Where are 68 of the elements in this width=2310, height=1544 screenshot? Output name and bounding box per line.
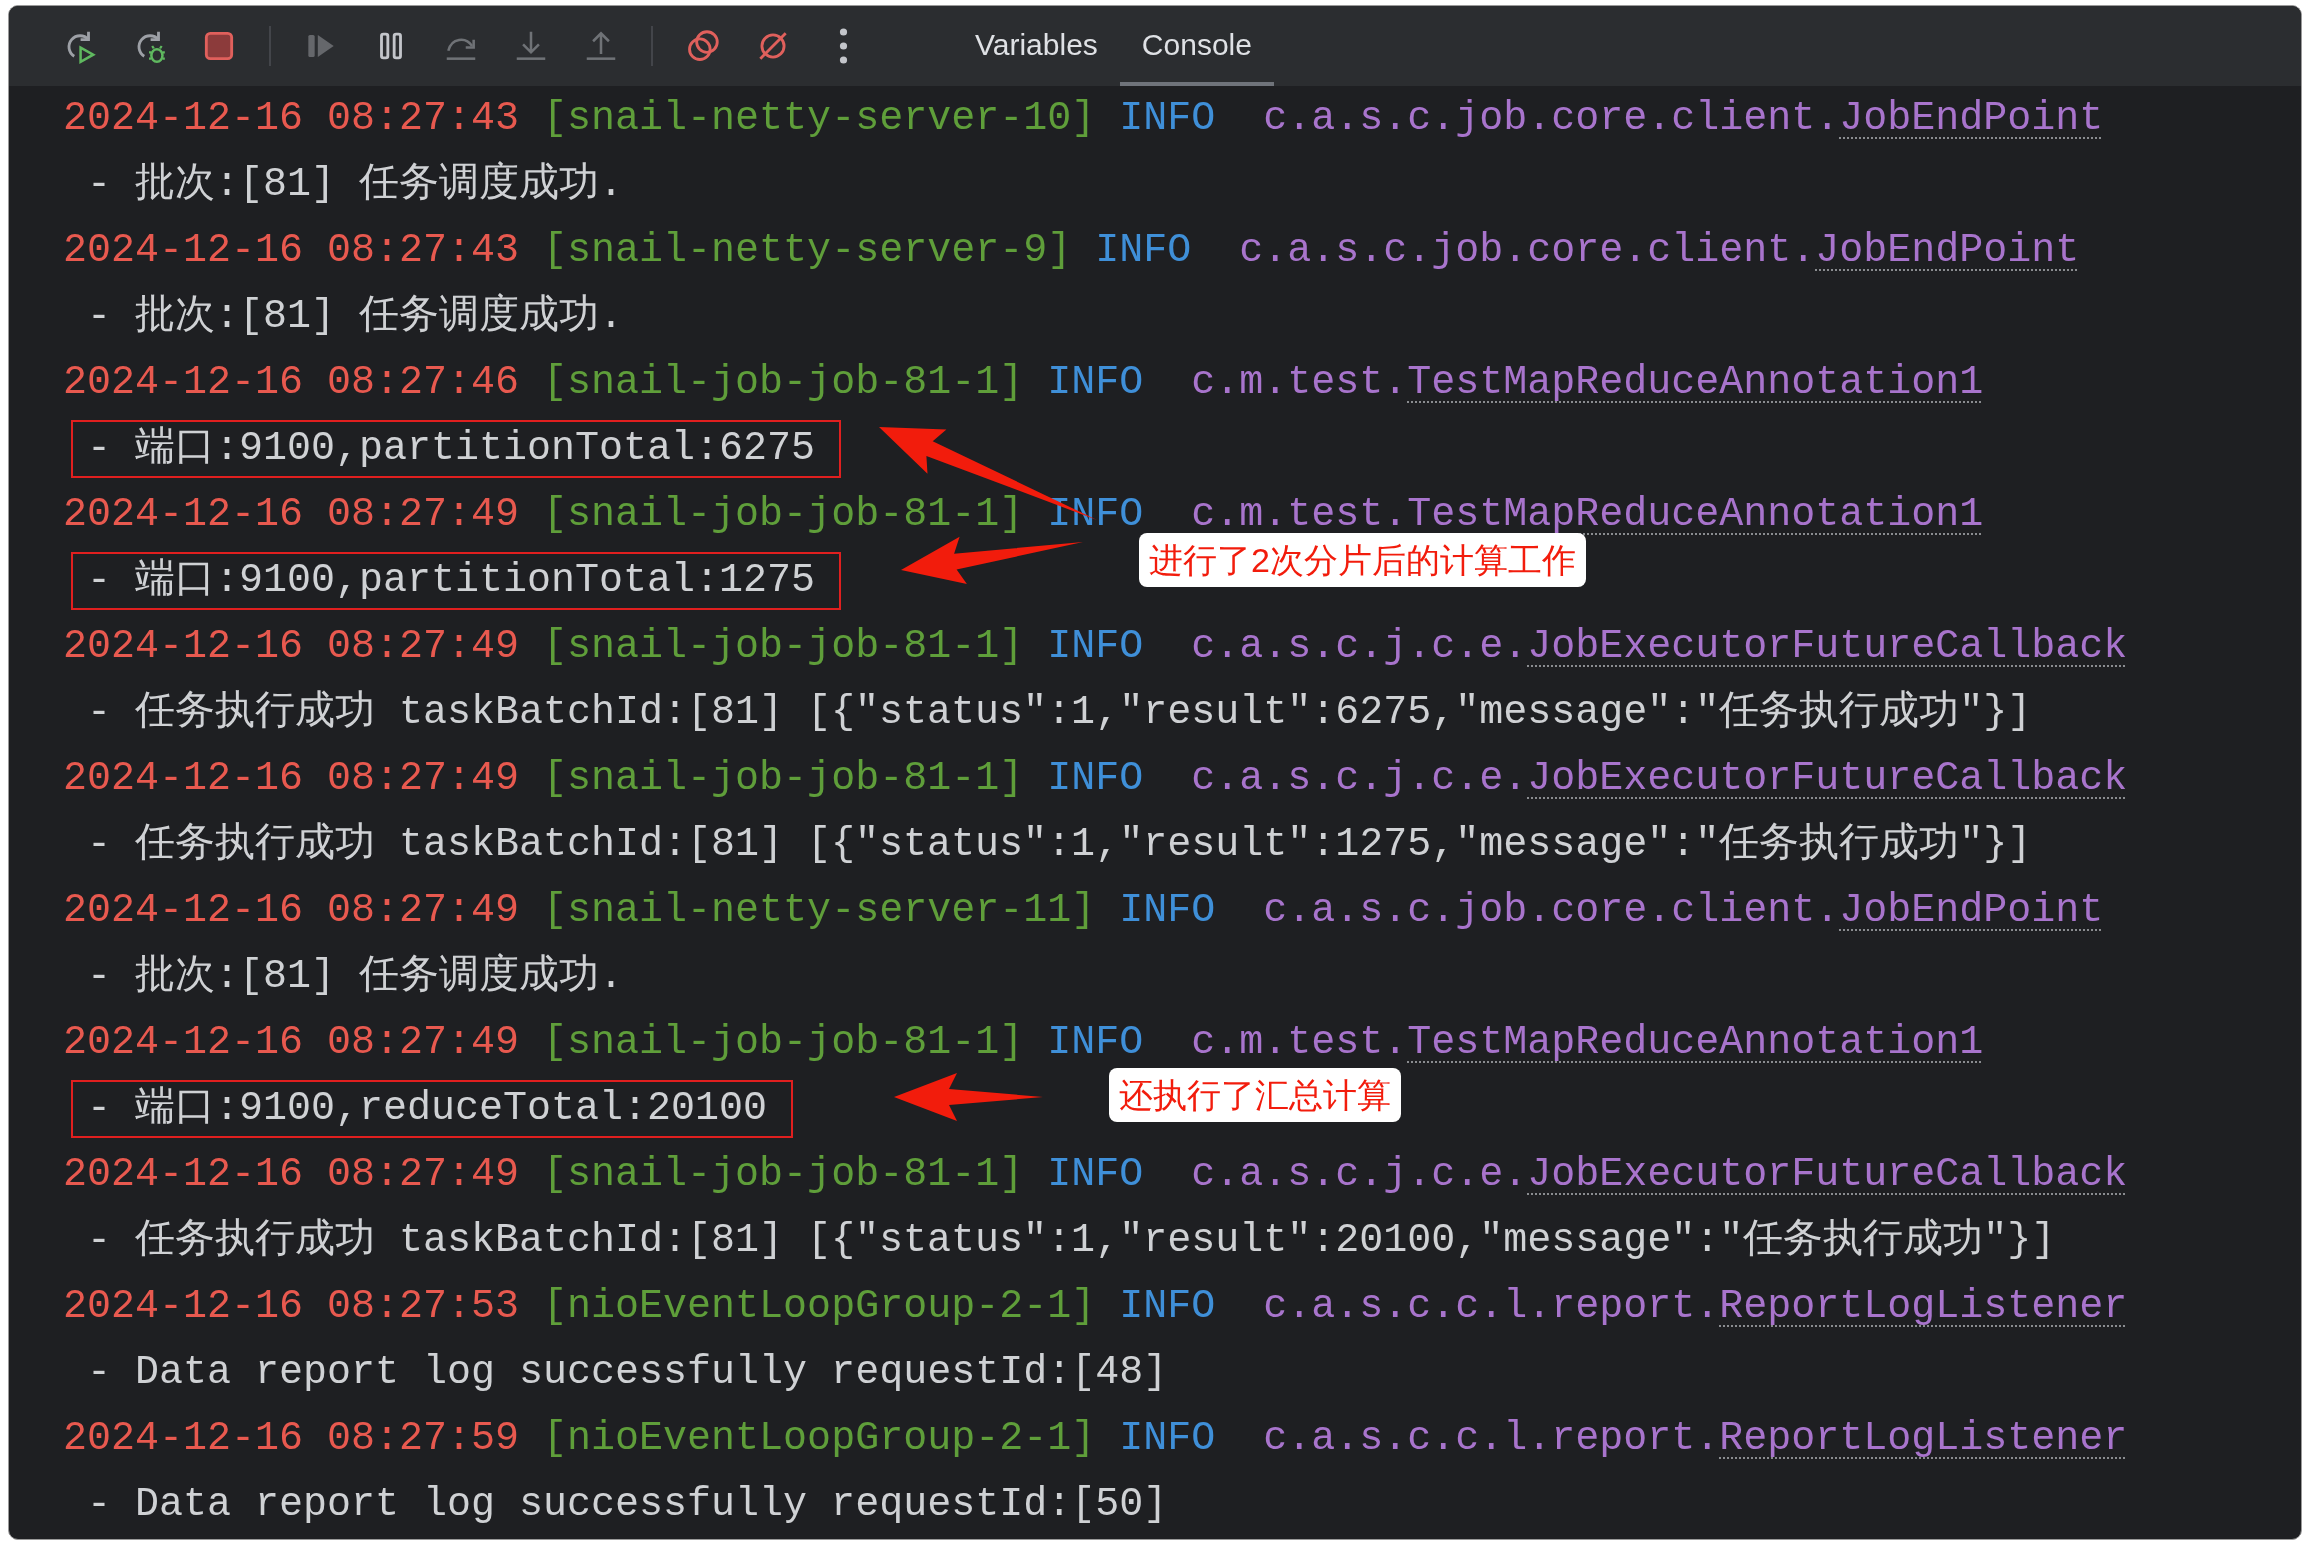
log-message: - 任务执行成功 taskBatchId:[81] [{"status":1,"result":20100,"message":"任务执行成功"}] <box>87 1217 2056 1265</box>
log-level: INFO <box>1119 1415 1216 1463</box>
logger-name: c.a.s.c.c.l.report. <box>1263 1283 1720 1331</box>
panel-tab[interactable]: Console <box>1119 6 1274 86</box>
log-timestamp: 2024-12-16 08:27:43 <box>63 95 520 143</box>
logger-class-link[interactable]: JobExecutorFutureCallback <box>1527 617 2128 677</box>
log-message: - 批次:[81] 任务调度成功. <box>87 952 624 1001</box>
log-message: - 任务执行成功 taskBatchId:[81] [{"status":1,"result":1275,"message":"任务执行成功"}] <box>87 821 2032 869</box>
logger-class-link[interactable]: JobEndPoint <box>1839 89 2104 149</box>
log-level: INFO <box>1047 755 1144 803</box>
logger-class-link[interactable]: TestMapReduceAnnotation1 <box>1407 353 1984 413</box>
log-message: - Data report log successfully requestId:[48] <box>87 1349 1168 1397</box>
logger-class-link[interactable]: JobEndPoint <box>1815 221 2080 281</box>
log-message: - 端口:9100,partitionTotal:6275 <box>87 426 816 471</box>
thread-name: [snail-job-job-81-1] <box>543 491 1024 539</box>
log-timestamp: 2024-12-16 08:27:49 <box>63 623 520 671</box>
panel-tab[interactable]: Variables <box>953 6 1120 86</box>
log-timestamp: 2024-12-16 08:27:49 <box>63 755 520 803</box>
logger-class-link[interactable]: ReportLogListener <box>1719 1409 2128 1469</box>
log-level: INFO <box>1119 1283 1216 1331</box>
log-level: INFO <box>1119 887 1216 935</box>
thread-name: [nioEventLoopGroup-2-1] <box>543 1415 1096 1463</box>
thread-name: [snail-job-job-81-1] <box>543 1019 1024 1067</box>
log-level: INFO <box>1047 1151 1144 1199</box>
logger-name: c.a.s.c.job.core.client. <box>1239 227 1816 275</box>
logger-name: c.m.test. <box>1191 359 1408 407</box>
thread-name: [nioEventLoopGroup-2-1] <box>543 1283 1096 1331</box>
logger-name: c.a.s.c.j.c.e. <box>1191 1151 1528 1199</box>
log-message: - 批次:[81] 任务调度成功. <box>87 292 624 341</box>
logger-class-link[interactable]: TestMapReduceAnnotation1 <box>1407 1013 1984 1073</box>
thread-name: [snail-netty-server-11] <box>543 887 1096 935</box>
log-timestamp: 2024-12-16 08:27:43 <box>63 227 520 275</box>
log-level: INFO <box>1047 1019 1144 1067</box>
thread-name: [snail-job-job-81-1] <box>543 623 1024 671</box>
thread-name: [snail-job-job-81-1] <box>543 1151 1024 1199</box>
log-message: - Data report log successfully requestId:[50] <box>87 1481 1168 1529</box>
log-timestamp: 2024-12-16 08:27:59 <box>63 1415 520 1463</box>
more-icon <box>838 27 848 65</box>
logger-name: c.a.s.c.j.c.e. <box>1191 623 1528 671</box>
logger-class-link[interactable]: JobExecutorFutureCallback <box>1527 1145 2128 1205</box>
log-timestamp: 2024-12-16 08:27:49 <box>63 491 520 539</box>
logger-class-link[interactable]: JobEndPoint <box>1839 881 2104 941</box>
logger-name: c.a.s.c.c.l.report. <box>1263 1415 1720 1463</box>
thread-name: [snail-netty-server-9] <box>543 227 1072 275</box>
log-message: - 端口:9100,reduceTotal:20100 <box>87 1086 768 1131</box>
annotation-callout: 进行了2次分片后的计算工作 <box>1139 533 1586 587</box>
thread-name: [snail-job-job-81-1] <box>543 755 1024 803</box>
log-level: INFO <box>1095 227 1192 275</box>
log-level: INFO <box>1047 623 1144 671</box>
log-message: - 批次:[81] 任务调度成功. <box>87 160 624 209</box>
log-timestamp: 2024-12-16 08:27:46 <box>63 359 520 407</box>
logger-class-link[interactable]: JobExecutorFutureCallback <box>1527 749 2128 809</box>
log-message: - 任务执行成功 taskBatchId:[81] [{"status":1,"result":6275,"message":"任务执行成功"}] <box>87 689 2032 737</box>
thread-name: [snail-job-job-81-1] <box>543 359 1024 407</box>
log-timestamp: 2024-12-16 08:27:49 <box>63 1151 520 1199</box>
log-level: INFO <box>1119 95 1216 143</box>
annotation-callout: 还执行了汇总计算 <box>1109 1068 1401 1122</box>
log-timestamp: 2024-12-16 08:27:49 <box>63 887 520 935</box>
logger-name: c.a.s.c.j.c.e. <box>1191 755 1528 803</box>
thread-name: [snail-netty-server-10] <box>543 95 1096 143</box>
log-level: INFO <box>1047 359 1144 407</box>
logger-name: c.a.s.c.job.core.client. <box>1263 887 1840 935</box>
log-message: - 端口:9100,partitionTotal:1275 <box>87 558 816 603</box>
logger-name: c.a.s.c.job.core.client. <box>1263 95 1840 143</box>
logger-class-link[interactable]: ReportLogListener <box>1719 1277 2128 1337</box>
log-timestamp: 2024-12-16 08:27:49 <box>63 1019 520 1067</box>
logger-name: c.m.test. <box>1191 1019 1408 1067</box>
log-timestamp: 2024-12-16 08:27:53 <box>63 1283 520 1331</box>
